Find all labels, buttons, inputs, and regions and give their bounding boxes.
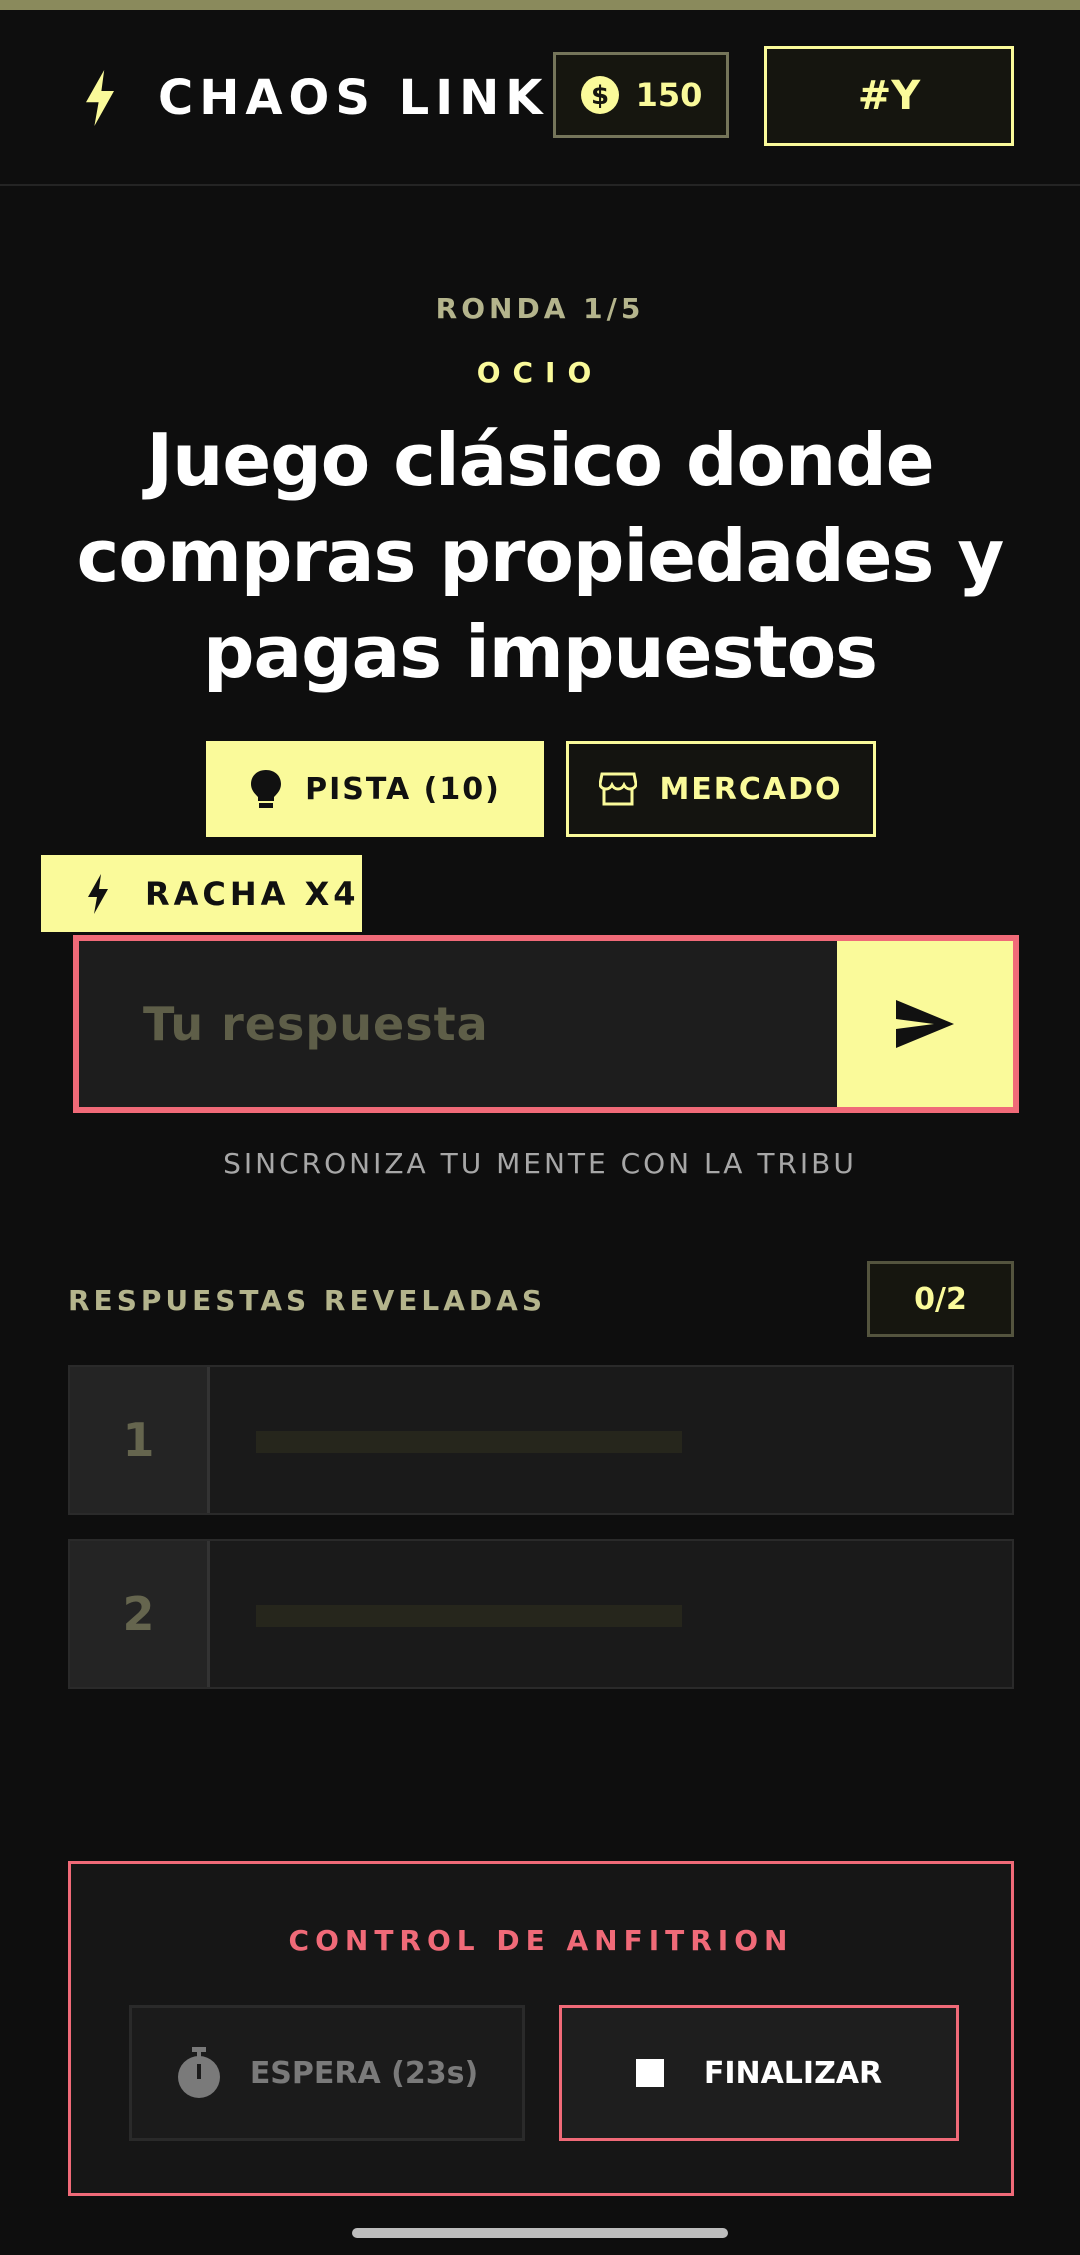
revealed-title: RESPUESTAS REVELADAS	[68, 1284, 546, 1317]
stop-icon	[635, 2059, 664, 2087]
answer-slot: 2	[68, 1539, 1014, 1689]
host-control-panel: CONTROL DE ANFITRION ESPERA (23s) FINALI…	[68, 1861, 1014, 2196]
top-accent-line	[0, 0, 1080, 10]
market-label: MERCADO	[659, 771, 843, 807]
question-line: compras propiedades y	[76, 514, 1005, 598]
streak-label: RACHA X4	[145, 874, 360, 913]
host-control-title: CONTROL DE ANFITRION	[288, 1924, 794, 1957]
round-label: RONDA 1/5	[435, 292, 645, 325]
wait-label: ESPERA (23s)	[249, 2055, 479, 2091]
sync-hint: SINCRONIZA TU MENTE CON LA TRIBU	[223, 1147, 857, 1180]
svg-text:$: $	[591, 81, 609, 111]
storefront-icon	[599, 772, 638, 806]
finish-button[interactable]: FINALIZAR	[559, 2005, 959, 2141]
category-label: OCIO	[476, 356, 604, 389]
brand: CHAOS LINK	[82, 70, 548, 126]
room-code-button[interactable]: #Y	[764, 46, 1014, 146]
dollar-coin-icon: $	[580, 76, 619, 114]
hidden-answer-placeholder	[256, 1605, 682, 1627]
app-title: CHAOS LINK	[158, 70, 549, 126]
question-text: Juego clásico donde compras propiedades …	[60, 412, 1020, 700]
send-icon	[896, 1000, 954, 1048]
hint-label: PISTA (10)	[305, 771, 501, 807]
finish-label: FINALIZAR	[703, 2055, 883, 2091]
revealed-count-badge: 0/2	[867, 1261, 1014, 1337]
slot-number: 1	[70, 1367, 210, 1513]
market-button[interactable]: MERCADO	[566, 741, 876, 837]
coin-balance[interactable]: $ 150	[553, 52, 729, 138]
streak-badge: RACHA X4	[41, 855, 362, 932]
home-indicator[interactable]	[352, 2228, 728, 2238]
stopwatch-icon	[177, 2047, 220, 2098]
send-button[interactable]	[837, 941, 1013, 1107]
answer-form	[73, 935, 1019, 1113]
question-line: Juego clásico donde	[146, 418, 934, 502]
hidden-answer-placeholder	[256, 1431, 682, 1453]
question-line: pagas impuestos	[202, 610, 878, 694]
wait-button[interactable]: ESPERA (23s)	[129, 2005, 525, 2141]
bolt-icon	[86, 70, 114, 126]
answer-slot: 1	[68, 1365, 1014, 1515]
lightbulb-icon	[251, 770, 282, 808]
hint-button[interactable]: PISTA (10)	[206, 741, 544, 837]
answer-input[interactable]	[79, 941, 837, 1107]
coin-count: 150	[635, 76, 703, 114]
bolt-icon	[88, 873, 108, 914]
slot-number: 2	[70, 1541, 210, 1687]
app-header: CHAOS LINK $ 150 #Y	[0, 10, 1080, 186]
